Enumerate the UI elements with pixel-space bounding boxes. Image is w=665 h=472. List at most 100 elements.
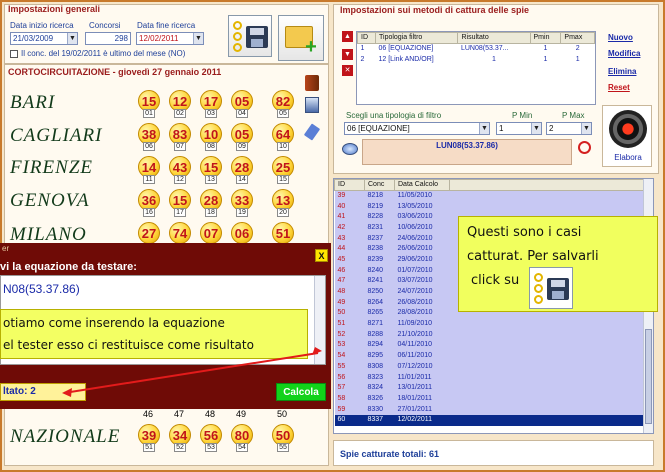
table-row[interactable]: 54 8295 06/11/2010 bbox=[334, 350, 644, 362]
cell-contest: 8326 bbox=[367, 394, 384, 402]
cell-date: 03/06/2010 bbox=[397, 213, 433, 221]
cell-contest: 8250 bbox=[367, 288, 384, 296]
lotto-number: 15 01 bbox=[138, 90, 160, 118]
number-position-badge: 12 bbox=[174, 175, 186, 184]
cell-contest: 8241 bbox=[367, 277, 384, 285]
cell-contest: 8337 bbox=[367, 416, 384, 424]
sound-icon[interactable] bbox=[305, 75, 319, 91]
pmax-select[interactable]: 2 ▼ bbox=[546, 122, 592, 135]
table-row[interactable]: 51 8271 11/09/2010 bbox=[334, 318, 644, 330]
cell-id: 57 bbox=[337, 384, 346, 392]
contests-field[interactable]: 298 bbox=[85, 32, 131, 45]
table-row[interactable]: 57 8324 13/01/2011 bbox=[334, 382, 644, 394]
lotto-number: 25 15 bbox=[272, 156, 294, 184]
cell-id: 58 bbox=[337, 394, 346, 402]
lotto-number: 36 16 bbox=[138, 189, 160, 217]
cell-date: 11/05/2010 bbox=[397, 192, 433, 200]
pencil-icon[interactable] bbox=[303, 123, 321, 141]
run-button[interactable]: Elabora bbox=[602, 105, 652, 167]
table-row[interactable]: 39 8218 11/05/2010 bbox=[334, 190, 644, 202]
open-folder-button[interactable]: + bbox=[278, 15, 324, 61]
cell-id: 42 bbox=[337, 223, 346, 231]
cancel-icon[interactable] bbox=[578, 141, 591, 154]
traffic-light-icon bbox=[534, 273, 543, 304]
save-button-ref[interactable] bbox=[529, 267, 573, 309]
number-position-badge: 13 bbox=[205, 175, 217, 184]
date-start-field[interactable]: 21/03/2009 ▼ bbox=[10, 32, 78, 45]
new-filter-link[interactable]: Nuovo bbox=[608, 33, 633, 42]
lotto-number: 10 08 bbox=[200, 123, 222, 151]
filter-row[interactable]: 1 06 [EQUAZIONE] LUN08(53.37... 1 2 bbox=[358, 44, 595, 55]
table-row[interactable]: 40 8219 13/05/2010 bbox=[334, 201, 644, 212]
number-position-badge: 15 bbox=[277, 175, 289, 184]
table-row[interactable]: 52 8288 21/10/2010 bbox=[334, 329, 644, 341]
chevron-down-icon[interactable]: ▼ bbox=[581, 123, 591, 134]
cell-id: 56 bbox=[337, 373, 346, 381]
chevron-down-icon[interactable]: ▼ bbox=[531, 123, 541, 134]
lotto-number: 50 55 bbox=[272, 424, 294, 452]
filter-type-select[interactable]: 06 [EQUAZIONE] ▼ bbox=[344, 122, 490, 135]
cell-id: 55 bbox=[337, 362, 346, 370]
cell-empty bbox=[450, 394, 644, 405]
table-row[interactable]: 56 8323 11/01/2011 bbox=[334, 372, 644, 383]
col-contest[interactable]: Conc bbox=[364, 179, 395, 191]
col-date[interactable]: Data Calcolo bbox=[394, 179, 450, 191]
number-position-badge: 17 bbox=[174, 208, 186, 217]
save-settings-button[interactable] bbox=[228, 15, 272, 57]
number-position-badge: 04 bbox=[236, 109, 248, 118]
date-end-field[interactable]: 12/02/2011 ▼ bbox=[136, 32, 204, 45]
move-up-icon[interactable]: ▲ bbox=[342, 31, 353, 42]
cell-id: 41 bbox=[337, 213, 346, 221]
delete-filter-link[interactable]: Elimina bbox=[608, 67, 636, 76]
col-pmax[interactable]: Pmax bbox=[560, 32, 595, 44]
lotto-number: 28 18 bbox=[200, 189, 222, 217]
pmin-select[interactable]: 1 ▼ bbox=[496, 122, 542, 135]
delete-row-icon[interactable]: ✕ bbox=[342, 65, 353, 76]
cell-empty bbox=[450, 372, 644, 383]
cell-empty bbox=[450, 191, 644, 202]
cell-id: 48 bbox=[337, 288, 346, 296]
cell-contest: 8240 bbox=[367, 266, 384, 274]
cell-id: 53 bbox=[337, 341, 346, 349]
cell-id: 54 bbox=[337, 352, 346, 360]
table-row[interactable]: 59 8330 27/01/2011 bbox=[334, 404, 644, 415]
chevron-down-icon[interactable]: ▼ bbox=[479, 123, 489, 134]
target-icon bbox=[609, 110, 647, 148]
lotto-number: 43 12 bbox=[169, 156, 191, 184]
cell-contest: 8264 bbox=[367, 298, 384, 306]
cell-id: 46 bbox=[337, 266, 346, 274]
lotto-number: 33 19 bbox=[231, 189, 253, 217]
table-row[interactable]: 53 8294 04/11/2010 bbox=[334, 340, 644, 351]
wheel-name: NAZIONALE bbox=[10, 426, 121, 447]
table-row[interactable]: 55 8308 07/12/2010 bbox=[334, 361, 644, 373]
draw-title: CORTOCIRCUITAZIONE - giovedì 27 gennaio … bbox=[8, 67, 222, 77]
expression-icon[interactable] bbox=[342, 143, 358, 155]
col-id[interactable]: ID bbox=[334, 179, 365, 191]
scroll-thumb[interactable] bbox=[645, 329, 652, 424]
lotto-number-value: 74 bbox=[169, 222, 191, 244]
lotto-number: 38 06 bbox=[138, 123, 160, 151]
edit-filter-link[interactable]: Modifica bbox=[608, 49, 640, 58]
number-position-badge: 02 bbox=[174, 109, 186, 118]
callout-line: catturat. Per salvarli bbox=[467, 249, 599, 264]
cell-id: 50 bbox=[337, 309, 346, 317]
col-filter-type[interactable]: Tipologia filtro bbox=[374, 32, 459, 44]
lotto-number-value: 07 bbox=[200, 222, 222, 244]
last-of-month-checkbox[interactable] bbox=[10, 50, 18, 58]
wheel-name: GENOVA bbox=[10, 190, 90, 211]
filter-row[interactable]: 2 12 [Link AND/OR] 1 1 1 bbox=[358, 54, 595, 65]
photo-icon[interactable] bbox=[305, 97, 319, 113]
cell-id: 60 bbox=[337, 416, 346, 424]
table-row[interactable]: 60 8337 12/02/2011 bbox=[334, 414, 644, 426]
cell-id: 49 bbox=[337, 298, 346, 306]
cell-contest: 8330 bbox=[367, 405, 384, 413]
table-row[interactable]: 58 8326 18/01/2011 bbox=[334, 393, 644, 405]
chevron-down-icon[interactable]: ▼ bbox=[67, 33, 77, 44]
col-result[interactable]: Risultato bbox=[457, 32, 531, 44]
col-id[interactable]: ID bbox=[357, 32, 376, 44]
expression-field[interactable]: LUN08(53.37.86) bbox=[362, 139, 572, 165]
reset-link[interactable]: Reset bbox=[608, 83, 630, 92]
col-pmin[interactable]: Pmin bbox=[529, 32, 562, 44]
move-down-icon[interactable]: ▼ bbox=[342, 49, 353, 60]
chevron-down-icon[interactable]: ▼ bbox=[193, 33, 203, 44]
